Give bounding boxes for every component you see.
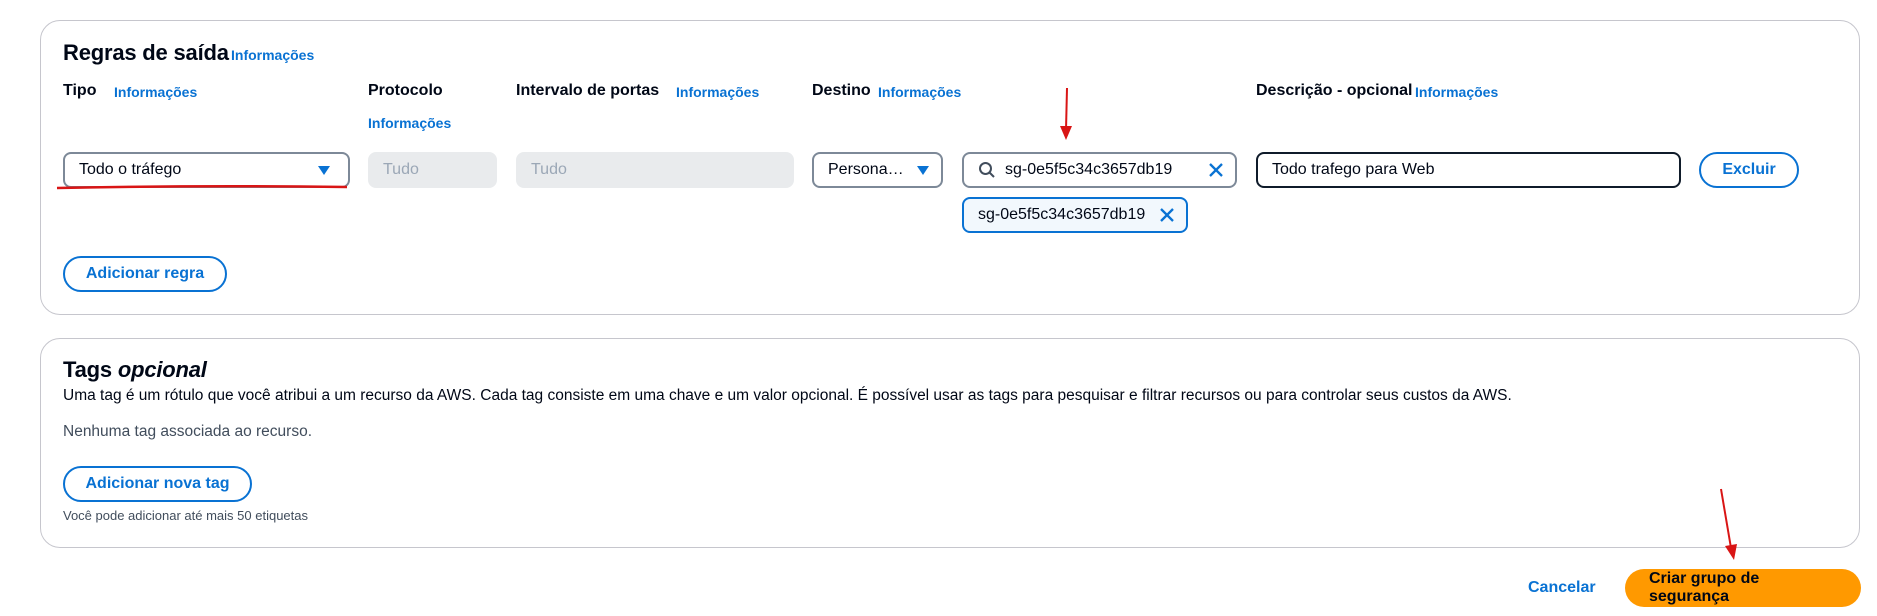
protocol-field: Tudo [368,152,497,188]
type-select-value: Todo o tráfego [79,161,182,178]
underline-annotation [56,184,348,190]
destination-type-value: Persona… [828,161,904,178]
tags-panel [40,338,1860,548]
search-icon [979,162,995,178]
tags-limit-text: Você pode adicionar até mais 50 etiqueta… [63,508,309,523]
create-security-group-button[interactable]: Criar grupo de segurança [1625,569,1861,607]
destination-type-select[interactable]: Persona… [812,152,943,188]
caret-down-icon [917,166,929,175]
destination-selected-token: sg-0e5f5c34c3657db19 [962,197,1188,233]
arrow-annotation [1060,87,1072,140]
port-range-info-link[interactable]: Informações [676,84,759,100]
tags-title: Tags opcional [63,357,207,383]
destination-search-input[interactable]: sg-0e5f5c34c3657db19 [962,152,1237,188]
tags-description: Uma tag é um rótulo que você atribui a u… [63,387,1512,404]
description-input[interactable]: Todo trafego para Web [1256,152,1681,188]
tags-title-optional: opcional [117,357,207,382]
delete-rule-button[interactable]: Excluir [1699,152,1799,188]
outbound-rules-info-link[interactable]: Informações [231,47,314,63]
port-range-field-value: Tudo [531,161,567,178]
add-rule-button[interactable]: Adicionar regra [63,256,227,292]
outbound-rules-title: Regras de saída [63,40,229,65]
clear-icon[interactable] [1207,161,1225,179]
remove-token-icon[interactable] [1158,206,1176,224]
port-range-field: Tudo [516,152,794,188]
protocol-info-link[interactable]: Informações [368,115,451,131]
destination-info-link[interactable]: Informações [878,84,961,100]
port-range-column-header: Intervalo de portas [516,82,660,99]
type-column-header: Tipo [63,82,97,99]
cancel-link[interactable]: Cancelar [1528,579,1596,597]
description-info-link[interactable]: Informações [1415,84,1498,100]
caret-down-icon [318,166,330,175]
arrow-annotation [1720,488,1737,560]
destination-column-header: Destino [812,82,871,99]
description-input-value: Todo trafego para Web [1272,161,1435,178]
tags-empty-text: Nenhuma tag associada ao recurso. [63,423,313,440]
destination-search-value: sg-0e5f5c34c3657db19 [1005,161,1173,178]
protocol-field-value: Tudo [383,161,419,178]
add-tag-button[interactable]: Adicionar nova tag [63,466,252,502]
type-info-link[interactable]: Informações [114,84,197,100]
tags-title-main: Tags [63,357,112,382]
description-column-header: Descrição - opcional [1256,82,1413,99]
protocol-column-header: Protocolo [368,82,443,99]
selected-token-label: sg-0e5f5c34c3657db19 [978,206,1146,223]
